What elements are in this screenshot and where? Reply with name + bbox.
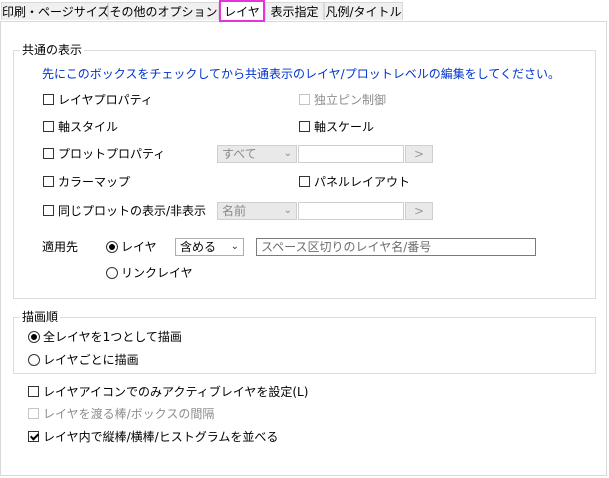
chevron-down-icon: ⌄ <box>283 205 292 216</box>
plot-properties-textbox <box>298 145 404 163</box>
apply-link-layer-label: リンクレイヤ <box>121 266 193 280</box>
colormap-label: カラーマップ <box>58 175 131 189</box>
plot-properties-checkbox[interactable] <box>43 148 54 159</box>
active-by-icon-label: レイヤアイコンでのみアクティブレイヤを設定(L) <box>43 385 309 399</box>
apply-layer-label: レイヤ <box>121 240 157 254</box>
chevron-down-icon: ⌄ <box>230 241 239 252</box>
layer-properties-checkbox[interactable] <box>43 94 54 105</box>
include-select[interactable]: 含める ⌄ <box>175 238 244 256</box>
draw-all-as-one-label: 全レイヤを1つとして描画 <box>43 330 182 344</box>
same-plot-show-hide-label: 同じプロットの表示/非表示 <box>58 204 207 218</box>
active-by-icon-checkbox[interactable] <box>28 386 39 397</box>
axis-style-checkbox[interactable] <box>43 121 54 132</box>
tab-layer[interactable]: レイヤ <box>219 0 265 22</box>
axis-scale-label: 軸スケール <box>314 120 375 134</box>
draw-each-layer-radio[interactable] <box>28 354 40 366</box>
same-plot-show-hide-checkbox[interactable] <box>43 205 54 216</box>
plot-properties-button: > <box>405 145 433 163</box>
chevron-down-icon: ⌄ <box>283 148 292 159</box>
apply-link-layer-radio[interactable] <box>106 267 118 279</box>
draw-order-group-title: 描画順 <box>20 310 61 324</box>
independent-pin-label: 独立ピン制御 <box>314 93 387 107</box>
plot-properties-label: プロットプロパティ <box>58 147 166 161</box>
common-display-group-title: 共通の表示 <box>20 43 85 57</box>
side-by-side-checkbox[interactable] <box>28 431 39 442</box>
side-by-side-label: レイヤ内で縦棒/横棒/ヒストグラムを並べる <box>43 430 279 444</box>
axis-style-label: 軸スタイル <box>58 120 119 134</box>
bar-gap-label: レイヤを渡る棒/ボックスの間隔 <box>43 407 215 421</box>
plot-properties-select: すべて ⌄ <box>217 145 297 163</box>
layer-names-input[interactable]: スペース区切りのレイヤ名/番号 <box>256 238 536 256</box>
common-display-hint: 先にこのボックスをチェックしてから共通表示のレイヤ/プロットレベルの編集をしてく… <box>42 67 561 81</box>
same-plot-textbox <box>298 202 404 220</box>
draw-each-layer-label: レイヤごとに描画 <box>43 353 139 367</box>
tab-print-page-size[interactable]: 印刷・ページサイズ <box>1 2 109 20</box>
tab-legend-title[interactable]: 凡例/タイトル <box>324 2 403 20</box>
panel-layout-checkbox[interactable] <box>299 176 310 187</box>
panel-layout-label: パネルレイアウト <box>314 175 411 189</box>
same-plot-select: 名前 ⌄ <box>217 202 297 220</box>
tab-display-settings[interactable]: 表示指定 <box>265 2 324 20</box>
draw-all-as-one-radio[interactable] <box>28 331 40 343</box>
layer-properties-label: レイヤプロパティ <box>58 93 153 107</box>
bar-gap-checkbox <box>28 408 39 419</box>
apply-to-label: 適用先 <box>42 240 79 254</box>
same-plot-button: > <box>405 202 433 220</box>
independent-pin-checkbox <box>299 94 310 105</box>
tab-strip: 印刷・ページサイズ その他のオプション レイヤ 表示指定 凡例/タイトル <box>0 0 609 22</box>
axis-scale-checkbox[interactable] <box>299 121 310 132</box>
tab-other-options[interactable]: その他のオプション <box>108 2 219 20</box>
colormap-checkbox[interactable] <box>43 176 54 187</box>
apply-layer-radio[interactable] <box>106 241 118 253</box>
